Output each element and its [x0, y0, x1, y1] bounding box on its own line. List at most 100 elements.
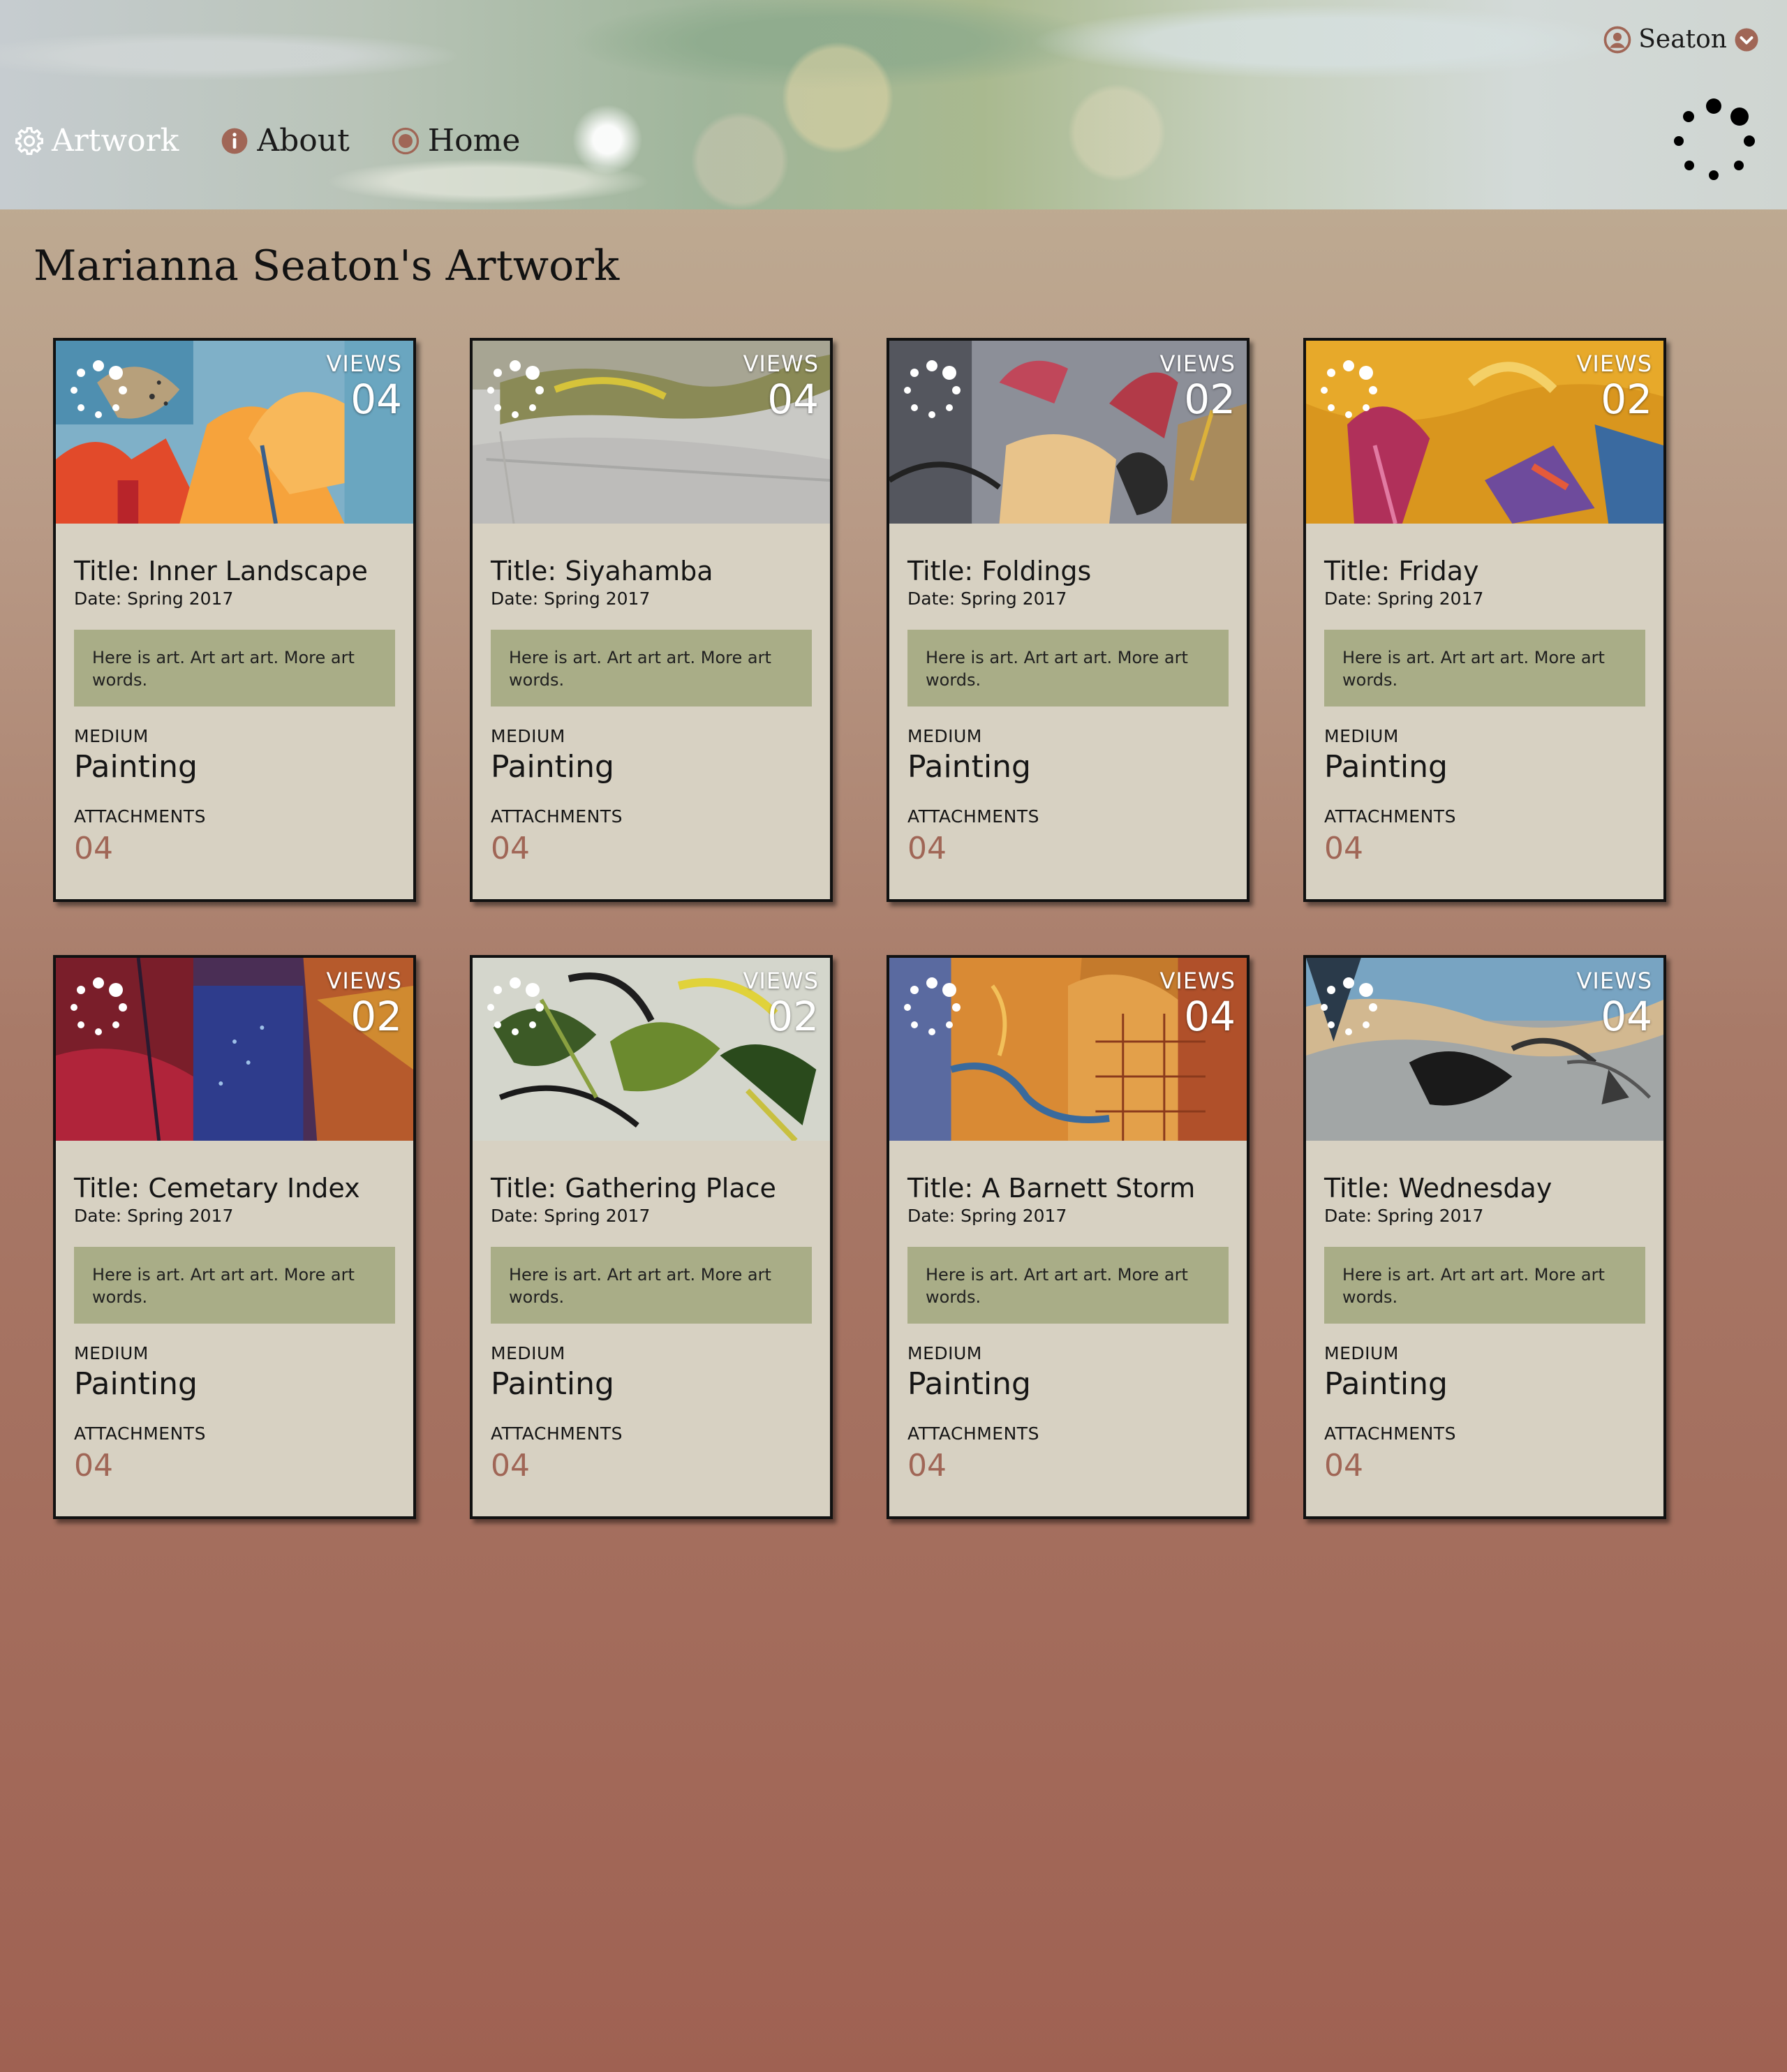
- views-counter: VIEWS 04: [1577, 968, 1653, 1039]
- nav-label-home: Home: [427, 123, 521, 158]
- artwork-date: Date: Spring 2017: [491, 1206, 651, 1226]
- views-count: 02: [1601, 376, 1652, 423]
- artwork-title: Title: Cemetary Index: [74, 1173, 360, 1204]
- artwork-title: Title: Foldings: [907, 556, 1092, 586]
- artwork-title: Title: A Barnett Storm: [907, 1173, 1196, 1204]
- views-label: VIEWS: [1159, 350, 1236, 377]
- medium-label: MEDIUM: [74, 1343, 149, 1363]
- artwork-description: Here is art. Art art art. More art words…: [74, 630, 395, 706]
- attachments-label: ATTACHMENTS: [1324, 1423, 1456, 1444]
- views-counter: VIEWS 02: [743, 968, 820, 1039]
- artwork-thumbnail[interactable]: VIEWS 04: [889, 958, 1247, 1141]
- main-nav: Artwork About Home: [14, 123, 561, 158]
- medium-value: Painting: [74, 1366, 198, 1402]
- artwork-thumbnail[interactable]: VIEWS 04: [473, 341, 830, 524]
- attachments-count[interactable]: 04: [491, 1448, 812, 1484]
- artwork-date: Date: Spring 2017: [74, 589, 234, 609]
- user-circle-icon: [1603, 26, 1631, 53]
- views-count: 04: [1184, 993, 1236, 1040]
- nav-label-artwork: Artwork: [52, 123, 179, 158]
- artwork-description: Here is art. Art art art. More art words…: [74, 1247, 395, 1324]
- artwork-description: Here is art. Art art art. More art words…: [491, 630, 812, 706]
- chevron-down-icon: [1735, 28, 1758, 51]
- loading-spinner-icon: [904, 360, 961, 418]
- attachments-count[interactable]: 04: [1324, 831, 1645, 867]
- artwork-title: Title: Inner Landscape: [74, 556, 368, 586]
- attachments-count[interactable]: 04: [74, 831, 395, 867]
- artwork-description: Here is art. Art art art. More art words…: [907, 1247, 1229, 1324]
- views-label: VIEWS: [326, 968, 402, 994]
- views-count: 02: [767, 993, 819, 1040]
- artwork-thumbnail[interactable]: VIEWS 02: [889, 341, 1247, 524]
- views-label: VIEWS: [743, 350, 819, 377]
- artwork-card[interactable]: VIEWS 02 Title: Cemetary Index Date: Spr…: [53, 955, 416, 1519]
- nav-item-about[interactable]: About: [219, 123, 350, 158]
- nav-item-artwork[interactable]: Artwork: [14, 123, 179, 158]
- attachments-label: ATTACHMENTS: [907, 1423, 1039, 1444]
- artwork-thumbnail[interactable]: VIEWS 04: [1306, 958, 1663, 1141]
- artwork-thumbnail[interactable]: VIEWS 02: [1306, 341, 1663, 524]
- artwork-description: Here is art. Art art art. More art words…: [491, 1247, 812, 1324]
- artwork-card[interactable]: VIEWS 04 Title: Inner Landscape Date: Sp…: [53, 338, 416, 902]
- artwork-date: Date: Spring 2017: [1324, 589, 1484, 609]
- artwork-card[interactable]: VIEWS 02 Title: Friday Date: Spring 2017…: [1303, 338, 1666, 902]
- medium-label: MEDIUM: [1324, 726, 1399, 746]
- medium-value: Painting: [491, 749, 614, 785]
- artwork-description: Here is art. Art art art. More art words…: [907, 630, 1229, 706]
- medium-label: MEDIUM: [74, 726, 149, 746]
- views-count: 04: [1601, 993, 1652, 1040]
- attachments-count[interactable]: 04: [907, 1448, 1229, 1484]
- loading-spinner-icon: [71, 360, 127, 418]
- views-label: VIEWS: [326, 350, 402, 377]
- loading-spinner-icon: [487, 360, 544, 418]
- artwork-grid: VIEWS 04 Title: Inner Landscape Date: Sp…: [53, 338, 1673, 1519]
- gear-icon: [14, 126, 45, 156]
- views-count: 04: [767, 376, 819, 423]
- views-counter: VIEWS 02: [1160, 350, 1236, 422]
- views-label: VIEWS: [1159, 968, 1236, 994]
- attachments-count[interactable]: 04: [1324, 1448, 1645, 1484]
- loading-spinner-icon: [1321, 977, 1377, 1035]
- medium-label: MEDIUM: [491, 726, 565, 746]
- medium-value: Painting: [491, 1366, 614, 1402]
- artwork-card[interactable]: VIEWS 02 Title: Foldings Date: Spring 20…: [887, 338, 1250, 902]
- user-menu[interactable]: Seaton: [1603, 25, 1759, 54]
- views-counter: VIEWS 02: [1577, 350, 1653, 422]
- views-counter: VIEWS 04: [327, 350, 403, 422]
- artwork-title: Title: Gathering Place: [491, 1173, 776, 1204]
- medium-value: Painting: [907, 749, 1031, 785]
- medium-value: Painting: [1324, 1366, 1448, 1402]
- artwork-card[interactable]: VIEWS 04 Title: Wednesday Date: Spring 2…: [1303, 955, 1666, 1519]
- loading-spinner-icon: [1674, 98, 1755, 180]
- artwork-description: Here is art. Art art art. More art words…: [1324, 630, 1645, 706]
- artwork-title: Title: Siyahamba: [491, 556, 713, 586]
- attachments-count[interactable]: 04: [907, 831, 1229, 867]
- user-name: Seaton: [1638, 25, 1727, 54]
- artwork-title: Title: Friday: [1324, 556, 1479, 586]
- card-body: Title: Foldings Date: Spring 2017 Here i…: [889, 524, 1247, 867]
- artwork-date: Date: Spring 2017: [491, 589, 651, 609]
- attachments-label: ATTACHMENTS: [1324, 806, 1456, 827]
- attachments-label: ATTACHMENTS: [74, 806, 206, 827]
- attachments-count[interactable]: 04: [491, 831, 812, 867]
- artwork-date: Date: Spring 2017: [907, 1206, 1067, 1226]
- nav-item-home[interactable]: Home: [390, 123, 521, 158]
- attachments-count[interactable]: 04: [74, 1448, 395, 1484]
- views-counter: VIEWS 04: [1160, 968, 1236, 1039]
- card-body: Title: Gathering Place Date: Spring 2017…: [473, 1141, 830, 1484]
- card-body: Title: A Barnett Storm Date: Spring 2017…: [889, 1141, 1247, 1484]
- artwork-card[interactable]: VIEWS 02 Title: Gathering Place Date: Sp…: [470, 955, 833, 1519]
- artwork-thumbnail[interactable]: VIEWS 04: [56, 341, 413, 524]
- artwork-card[interactable]: VIEWS 04 Title: Siyahamba Date: Spring 2…: [470, 338, 833, 902]
- attachments-label: ATTACHMENTS: [907, 806, 1039, 827]
- artwork-date: Date: Spring 2017: [1324, 1206, 1484, 1226]
- artwork-date: Date: Spring 2017: [74, 1206, 234, 1226]
- artwork-thumbnail[interactable]: VIEWS 02: [56, 958, 413, 1141]
- medium-value: Painting: [74, 749, 198, 785]
- attachments-label: ATTACHMENTS: [491, 806, 623, 827]
- artwork-card[interactable]: VIEWS 04 Title: A Barnett Storm Date: Sp…: [887, 955, 1250, 1519]
- artwork-thumbnail[interactable]: VIEWS 02: [473, 958, 830, 1141]
- card-body: Title: Siyahamba Date: Spring 2017 Here …: [473, 524, 830, 867]
- views-count: 02: [350, 993, 402, 1040]
- medium-label: MEDIUM: [907, 1343, 982, 1363]
